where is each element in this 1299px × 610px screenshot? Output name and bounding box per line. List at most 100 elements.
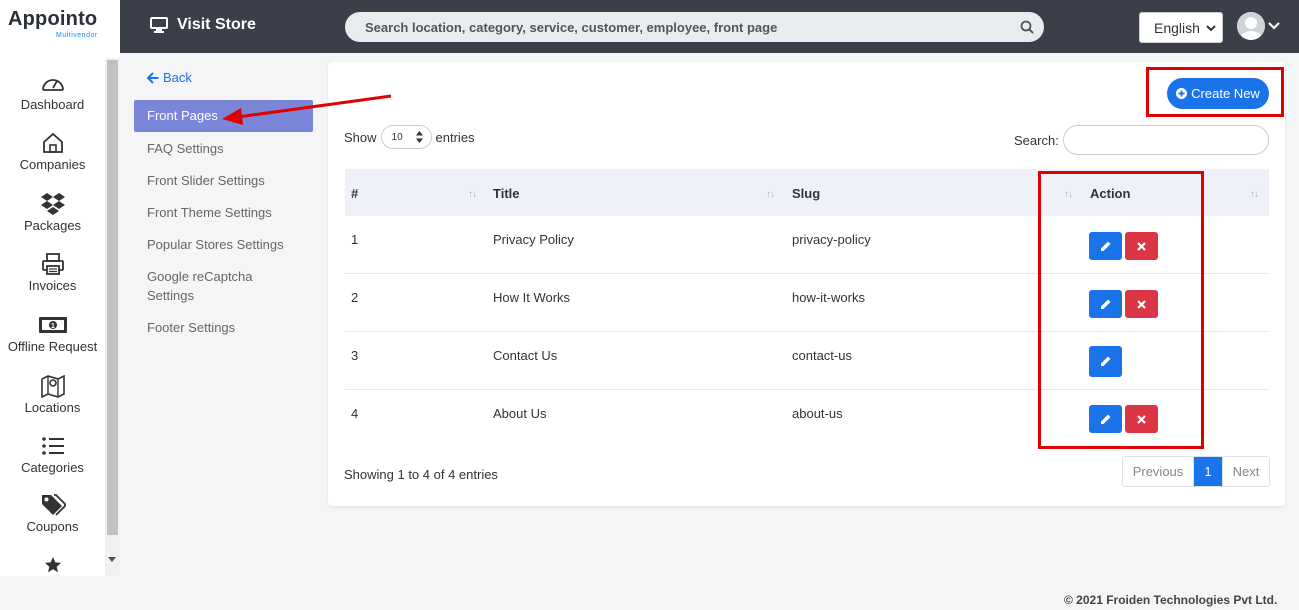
user-avatar[interactable] (1237, 12, 1265, 40)
money-bill-icon: 1 (38, 317, 67, 333)
sidebar-item-label: Companies (19, 157, 86, 172)
pagination-page-1[interactable]: 1 (1194, 457, 1222, 486)
delete-button[interactable] (1125, 290, 1158, 318)
sidebar-item-dashboard[interactable]: Dashboard (0, 71, 105, 112)
sidebar-item-packages[interactable]: Packages (0, 192, 105, 233)
sidebar-item-companies[interactable]: Companies (0, 131, 105, 172)
table-row: 2 How It Works how-it-works (345, 274, 1269, 332)
dashboard-gauge-icon (41, 79, 64, 91)
row-slug: privacy-policy (792, 232, 871, 247)
back-link[interactable]: Back (147, 70, 192, 85)
table-search-input[interactable] (1063, 125, 1269, 155)
sort-icon[interactable]: ↑↓ (468, 189, 477, 200)
sidebar-item-locations[interactable]: Locations (0, 374, 105, 415)
map-icon (40, 374, 65, 398)
edit-button[interactable] (1089, 405, 1122, 433)
close-icon (1137, 414, 1146, 424)
edit-button[interactable] (1089, 232, 1122, 260)
menu-item-google-recaptcha-settings[interactable]: Google reCaptcha Settings (134, 267, 274, 305)
entries-length-value: 10 (391, 131, 403, 143)
sidebar-item-categories[interactable]: Categories (0, 434, 105, 475)
user-avatar-icon (1237, 12, 1265, 40)
monitor-icon (150, 17, 168, 33)
pagination: Previous 1 Next (1122, 456, 1270, 487)
sort-icon[interactable]: ↑↓ (1064, 189, 1073, 200)
row-title: How It Works (493, 290, 571, 305)
table-header: # ↑↓ Title ↑↓ Slug ↑↓ Action ↑↓ (345, 169, 1269, 216)
language-select[interactable]: English (1139, 12, 1223, 43)
menu-item-popular-stores-settings[interactable]: Popular Stores Settings (134, 235, 313, 254)
table-info: Showing 1 to 4 of 4 entries (344, 467, 498, 482)
sidebar-scrollbar-thumb[interactable] (107, 60, 118, 535)
menu-item-front-theme-settings[interactable]: Front Theme Settings (134, 203, 313, 222)
printer-icon (41, 253, 64, 275)
tags-icon (41, 494, 66, 516)
menu-item-footer-settings[interactable]: Footer Settings (134, 318, 313, 337)
main-sidebar: Dashboard Companies Packages Invoices 1 … (0, 53, 120, 576)
delete-button[interactable] (1125, 405, 1158, 433)
table-row: 3 Contact Us contact-us (345, 332, 1269, 390)
scroll-down-arrow-icon[interactable] (108, 557, 116, 562)
plus-circle-icon (1176, 88, 1188, 99)
sidebar-item-label: Offline Request (7, 339, 98, 354)
row-number: 4 (351, 406, 359, 421)
column-header-slug[interactable]: Slug (792, 186, 820, 201)
sidebar-item-label: Dashboard (20, 97, 85, 112)
row-title: Privacy Policy (493, 232, 574, 247)
column-header-number[interactable]: # (351, 186, 358, 201)
pagination-next[interactable]: Next (1222, 457, 1269, 486)
logo-text: Appointo (8, 8, 98, 30)
pencil-icon (1101, 241, 1111, 251)
pagination-previous[interactable]: Previous (1123, 457, 1194, 486)
visit-store-label: Visit Store (177, 16, 256, 33)
entries-length-select[interactable]: 10 (380, 125, 432, 149)
row-title: About Us (493, 406, 547, 421)
logo-tagline: Multivendor (56, 32, 98, 39)
user-menu-chevron-icon[interactable] (1268, 21, 1280, 31)
close-icon (1137, 241, 1146, 251)
home-icon (42, 132, 63, 153)
close-icon (1137, 299, 1146, 309)
sort-icon[interactable]: ↑↓ (766, 189, 775, 200)
row-slug: contact-us (792, 348, 852, 363)
delete-button[interactable] (1125, 232, 1158, 260)
row-number: 2 (351, 290, 359, 305)
table-search-label: Search: (1014, 133, 1059, 148)
visit-store-link[interactable]: Visit Store (150, 16, 256, 34)
chevron-down-icon (1206, 25, 1216, 32)
logo[interactable]: Appointo Multivendor (0, 0, 120, 53)
pencil-icon (1101, 356, 1111, 366)
pencil-icon (1101, 299, 1111, 309)
column-header-title[interactable]: Title (493, 186, 520, 201)
star-icon (44, 557, 61, 573)
edit-button[interactable] (1089, 290, 1122, 318)
menu-item-front-slider-settings[interactable]: Front Slider Settings (134, 171, 313, 190)
sort-icon[interactable]: ↑↓ (1250, 189, 1259, 200)
sidebar-item-label: Locations (24, 400, 81, 415)
menu-item-front-pages[interactable]: Front Pages (134, 100, 313, 132)
table-row: 4 About Us about-us (345, 390, 1269, 448)
back-label: Back (163, 70, 192, 85)
table-row: 1 Privacy Policy privacy-policy (345, 216, 1269, 274)
sidebar-item-label: Packages (23, 218, 82, 233)
sidebar-item-invoices[interactable]: Invoices (0, 252, 105, 293)
show-entries-control: Show 10 entries (344, 125, 475, 149)
sidebar-item-coupons[interactable]: Coupons (0, 493, 105, 534)
row-slug: how-it-works (792, 290, 865, 305)
global-search-input[interactable] (345, 12, 1044, 42)
language-value: English (1154, 19, 1200, 36)
search-icon[interactable] (1020, 20, 1034, 34)
create-new-button[interactable]: Create New (1167, 78, 1269, 109)
sidebar-item-label: Coupons (26, 519, 79, 534)
sidebar-item-offline-request[interactable]: 1 Offline Request (0, 313, 105, 354)
sidebar-item-label: Categories (21, 460, 84, 475)
global-search[interactable] (345, 12, 1044, 42)
sidebar-item-more[interactable] (0, 553, 105, 576)
footer-copyright: © 2021 Froiden Technologies Pvt Ltd. (1064, 593, 1278, 607)
edit-button[interactable] (1089, 346, 1122, 377)
top-navbar: Appointo Multivendor Visit Store English (0, 0, 1299, 53)
menu-item-faq-settings[interactable]: FAQ Settings (134, 139, 313, 158)
dropbox-icon (40, 193, 65, 215)
entries-label: entries (435, 129, 475, 145)
list-icon (41, 437, 64, 455)
